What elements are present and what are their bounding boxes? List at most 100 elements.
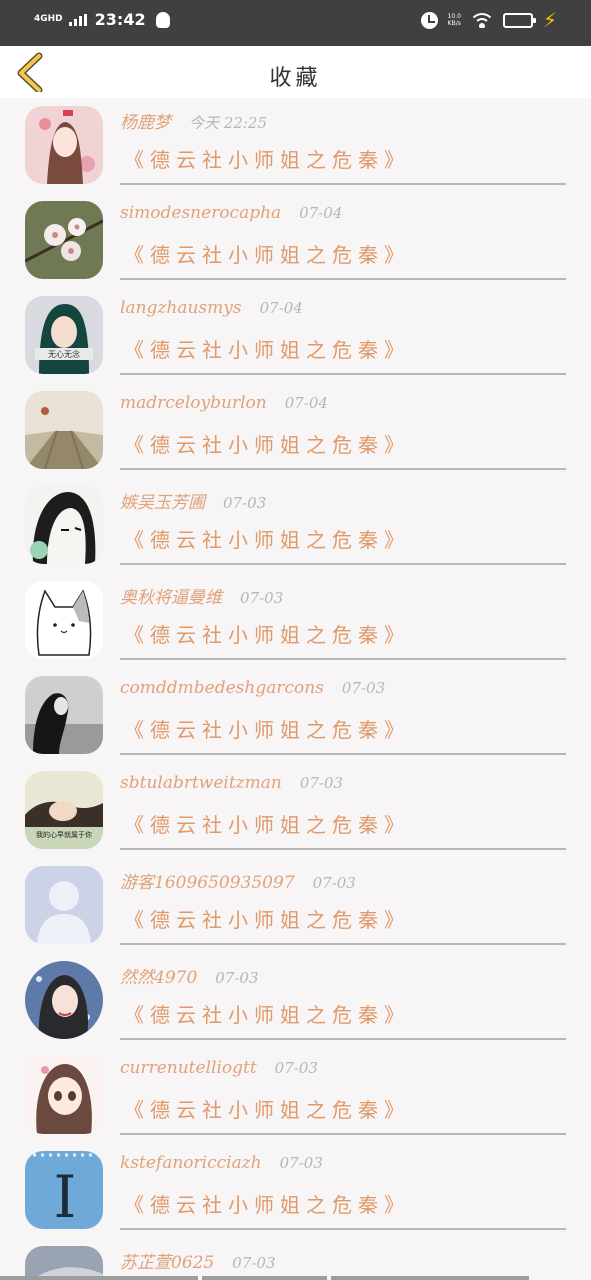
work-title[interactable]: 《德云社小师姐之危秦》	[124, 1094, 410, 1123]
list-item[interactable]: 奥秋将逼曼维 07-03 《德云社小师姐之危秦》	[0, 573, 591, 668]
work-title[interactable]: 《德云社小师姐之危秦》	[124, 619, 410, 648]
gesture-bar	[0, 1276, 591, 1280]
divider	[120, 563, 566, 565]
name-row: 杨鹿梦 今天 22:25	[120, 108, 267, 133]
user-name: kstefanoricciazh	[120, 1153, 262, 1173]
divider	[120, 1133, 566, 1135]
user-name: 游客1609650935097	[120, 873, 295, 893]
avatar[interactable]: 我的心早就属于你	[25, 771, 103, 849]
user-name: 奥秋将逼曼维	[120, 588, 222, 608]
nav-bar: 收藏	[0, 46, 591, 98]
avatar[interactable]	[25, 961, 103, 1039]
divider	[120, 1228, 566, 1230]
user-name: 苏芷萱0625	[120, 1253, 215, 1273]
list-item[interactable]: 然然4970 07-03 《德云社小师姐之危秦》	[0, 953, 591, 1048]
name-row: madrceloyburlon 07-04	[120, 393, 328, 413]
list-item[interactable]: 嫉吴玉芳圃 07-03 《德云社小师姐之危秦》	[0, 478, 591, 573]
divider	[120, 1038, 566, 1040]
work-title[interactable]: 《德云社小师姐之危秦》	[124, 334, 410, 363]
speed-value: 10.0	[447, 13, 461, 20]
work-title[interactable]: 《德云社小师姐之危秦》	[124, 144, 410, 173]
name-row: kstefanoricciazh 07-03	[120, 1153, 323, 1173]
status-time: 23:42	[94, 10, 146, 29]
user-name: madrceloyburlon	[120, 393, 267, 413]
avatar[interactable]: I	[25, 1151, 103, 1229]
work-title[interactable]: 《德云社小师姐之危秦》	[124, 524, 410, 553]
name-row: comddmbedeshgarcons 07-03	[120, 678, 385, 698]
avatar[interactable]: 无心无念	[25, 296, 103, 374]
divider	[120, 373, 566, 375]
name-row: langzhausmys 07-04	[120, 298, 303, 318]
avatar[interactable]	[25, 1246, 103, 1280]
divider	[120, 943, 566, 945]
signal-icon	[68, 13, 87, 26]
user-name: comddmbedeshgarcons	[120, 678, 324, 698]
status-left: 4GHD 23:42	[34, 10, 170, 29]
divider	[120, 658, 566, 660]
user-name: langzhausmys	[120, 298, 242, 318]
list-item[interactable]: 游客1609650935097 07-03 《德云社小师姐之危秦》	[0, 858, 591, 953]
network-type: 4GHD	[34, 14, 63, 24]
status-bar: 4GHD 23:42 10.0 KB/s ⚡	[0, 0, 591, 46]
work-title[interactable]: 《德云社小师姐之危秦》	[124, 904, 410, 933]
divider	[120, 278, 566, 280]
name-row: 嫉吴玉芳圃 07-03	[120, 488, 266, 513]
work-title[interactable]: 《德云社小师姐之危秦》	[124, 999, 410, 1028]
work-title[interactable]: 《德云社小师姐之危秦》	[124, 429, 410, 458]
item-time: 07-04	[284, 394, 328, 412]
avatar-text: 我的心早就属于你	[36, 830, 92, 839]
avatar[interactable]	[25, 676, 103, 754]
charging-icon: ⚡	[542, 8, 557, 32]
name-row: 然然4970 07-03	[120, 963, 259, 988]
list-item[interactable]: 杨鹿梦 今天 22:25 《德云社小师姐之危秦》	[0, 98, 591, 193]
avatar[interactable]	[25, 866, 103, 944]
name-row: 游客1609650935097 07-03	[120, 868, 356, 893]
item-time: 07-03	[223, 494, 267, 512]
item-time: 07-03	[299, 774, 344, 792]
item-time: 07-03	[312, 874, 356, 892]
user-name: currenutelliogtt	[120, 1058, 257, 1078]
list-item[interactable]: simodesnerocapha 07-04 《德云社小师姐之危秦》	[0, 193, 591, 288]
avatar[interactable]	[25, 1056, 103, 1134]
name-row: 奥秋将逼曼维 07-03	[120, 583, 283, 608]
work-title[interactable]: 《德云社小师姐之危秦》	[124, 239, 410, 268]
name-row: currenutelliogtt 07-03	[120, 1058, 318, 1078]
user-name: simodesnerocapha	[120, 203, 282, 223]
list-item[interactable]: comddmbedeshgarcons 07-03 《德云社小师姐之危秦》	[0, 668, 591, 763]
divider	[120, 183, 566, 185]
list-item[interactable]: madrceloyburlon 07-04 《德云社小师姐之危秦》	[0, 383, 591, 478]
user-name: 嫉吴玉芳圃	[120, 493, 205, 513]
user-name: sbtulabrtweitzman	[120, 773, 282, 793]
work-title[interactable]: 《德云社小师姐之危秦》	[124, 809, 410, 838]
avatar[interactable]	[25, 486, 103, 564]
list-item[interactable]: 我的心早就属于你 sbtulabrtweitzman 07-03 《德云社小师姐…	[0, 763, 591, 858]
page-title: 收藏	[269, 66, 322, 91]
avatar[interactable]	[25, 581, 103, 659]
list-item[interactable]: currenutelliogtt 07-03 《德云社小师姐之危秦》	[0, 1048, 591, 1143]
item-time: 今天 22:25	[189, 114, 267, 132]
list-item[interactable]: 苏芷萱0625 07-03	[0, 1238, 591, 1280]
avatar[interactable]	[25, 201, 103, 279]
avatar[interactable]	[25, 106, 103, 184]
list-item[interactable]: I kstefanoricciazh 07-03 《德云社小师姐之危秦》	[0, 1143, 591, 1238]
item-time: 07-03	[274, 1059, 318, 1077]
status-right: 10.0 KB/s ⚡	[420, 8, 557, 32]
item-time: 07-03	[279, 1154, 323, 1172]
user-name: 杨鹿梦	[120, 113, 171, 133]
list-item[interactable]: 无心无念 langzhausmys 07-04 《德云社小师姐之危秦》	[0, 288, 591, 383]
user-name: 然然4970	[120, 968, 198, 988]
item-time: 07-04	[259, 299, 303, 317]
avatar-text: 无心无念	[48, 349, 80, 359]
work-title[interactable]: 《德云社小师姐之危秦》	[124, 714, 410, 743]
item-time: 07-03	[232, 1254, 276, 1272]
item-time: 07-04	[299, 204, 343, 222]
work-title[interactable]: 《德云社小师姐之危秦》	[124, 1189, 410, 1218]
name-row: simodesnerocapha 07-04	[120, 203, 342, 223]
name-row: 苏芷萱0625 07-03	[120, 1248, 276, 1273]
favorites-list: 杨鹿梦 今天 22:25 《德云社小师姐之危秦》 simodesnerocaph…	[0, 98, 591, 1280]
avatar-text: I	[54, 1163, 77, 1229]
avatar[interactable]	[25, 391, 103, 469]
item-time: 07-03	[341, 679, 386, 697]
qq-icon	[155, 11, 170, 28]
alarm-icon	[420, 11, 438, 29]
